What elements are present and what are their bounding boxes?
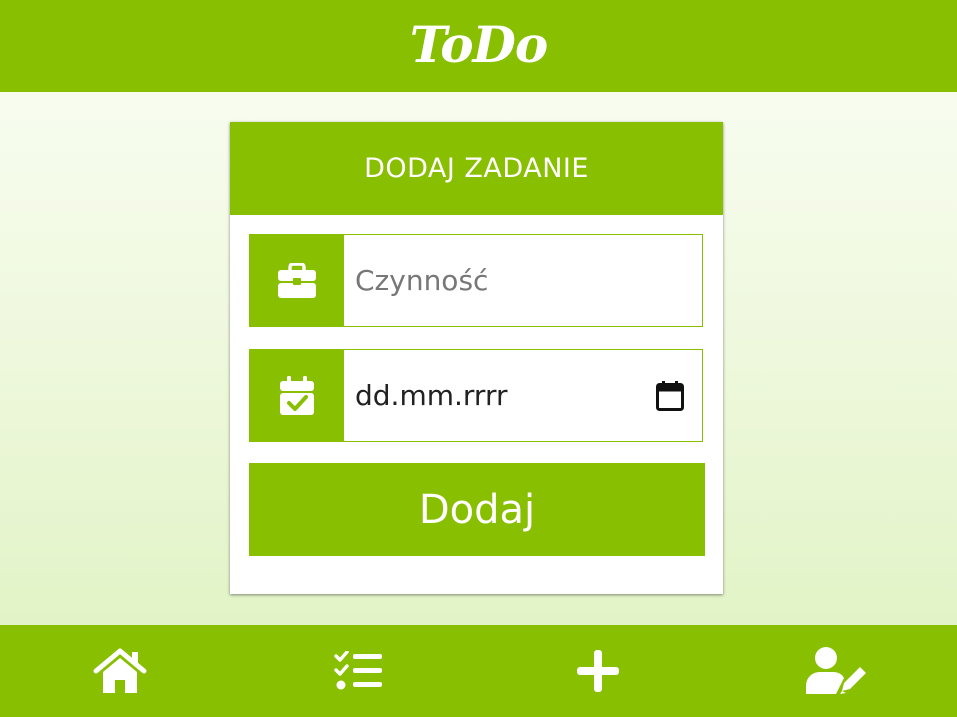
calendar-check-icon bbox=[250, 350, 344, 441]
bottom-nav bbox=[0, 625, 957, 717]
date-input[interactable]: dd.mm.rrrr bbox=[344, 350, 648, 441]
card-title: DODAJ ZADANIE bbox=[230, 122, 723, 215]
briefcase-icon bbox=[250, 235, 344, 326]
task-field bbox=[249, 234, 703, 327]
nav-tasks-button[interactable] bbox=[319, 641, 399, 701]
date-field: dd.mm.rrrr bbox=[249, 349, 703, 442]
calendar-icon[interactable] bbox=[648, 350, 692, 441]
app-header: ToDo bbox=[0, 0, 957, 92]
plus-icon bbox=[577, 650, 620, 692]
task-input[interactable] bbox=[344, 235, 635, 326]
app-logo: ToDo bbox=[409, 15, 549, 74]
nav-add-button[interactable] bbox=[558, 641, 638, 701]
nav-profile-button[interactable] bbox=[797, 641, 877, 701]
user-edit-icon bbox=[806, 647, 867, 694]
add-task-button[interactable]: Dodaj bbox=[249, 463, 705, 556]
add-task-card: DODAJ ZADANIE dd.mm.rrrr bbox=[230, 122, 723, 594]
home-icon bbox=[93, 648, 147, 693]
nav-home-button[interactable] bbox=[80, 641, 160, 701]
task-list-icon bbox=[334, 651, 382, 690]
